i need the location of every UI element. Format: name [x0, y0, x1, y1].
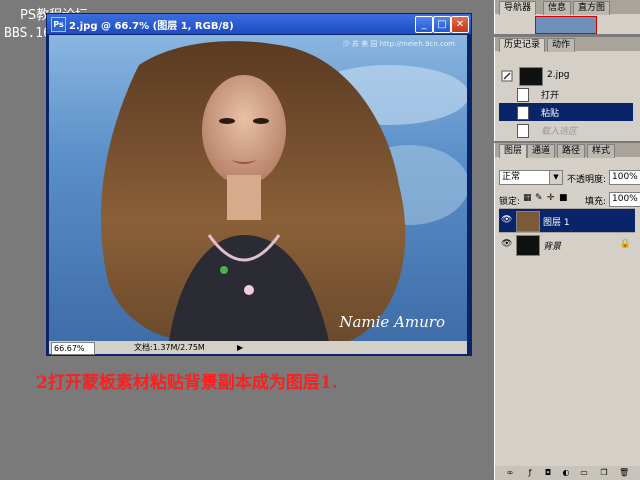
opacity-input[interactable]: 100%: [609, 170, 640, 185]
layer-row-layer1[interactable]: 👁 图层 1: [499, 208, 635, 233]
link-layers-icon[interactable]: ∞: [505, 468, 515, 478]
chevron-down-icon: ▼: [549, 171, 562, 184]
layer-mask-icon[interactable]: ◘: [543, 468, 553, 478]
lock-brush-icon[interactable]: ✎: [535, 193, 543, 203]
lock-move-icon[interactable]: ✛: [547, 193, 555, 203]
layer-name: 图层 1: [543, 218, 570, 228]
tab-channels[interactable]: 通道: [527, 144, 556, 158]
layers-panel: 图层 通道 路径 样式 正常 ▼ 不透明度: 100% 锁定: ▦ ✎ ✛ ■ …: [494, 143, 640, 480]
navigator-panel: 导航器 信息 直方图: [494, 0, 640, 34]
tab-history[interactable]: 历史记录: [499, 38, 546, 52]
tab-layers[interactable]: 图层: [499, 144, 528, 158]
navigator-preview[interactable]: [535, 16, 597, 34]
document-icon: [517, 106, 529, 120]
layers-footer: ∞ ƒ ◘ ◐ ▭ ❐ 🗑: [495, 466, 640, 480]
status-menu-arrow-icon[interactable]: ▶: [237, 341, 243, 354]
visibility-eye-icon[interactable]: 👁: [501, 239, 513, 251]
document-statusbar: 66.67% 文档:1.37M/2.75M ▶: [49, 341, 467, 355]
history-item-label: 载入选区: [541, 127, 578, 137]
layer-thumbnail: [516, 211, 540, 232]
group-folder-icon[interactable]: ▭: [579, 468, 589, 478]
visibility-eye-icon[interactable]: 👁: [501, 215, 513, 227]
layer-row-background[interactable]: 👁 背景 🔒: [499, 232, 635, 257]
tab-navigator[interactable]: 导航器: [499, 1, 537, 15]
history-snapshot[interactable]: 2.jpg: [499, 67, 633, 86]
new-layer-icon[interactable]: ❐: [599, 468, 609, 478]
document-titlebar[interactable]: Ps 2.jpg @ 66.7% (图层 1, RGB/8) _ □ ✕: [47, 14, 471, 34]
lock-icon: 🔒: [619, 239, 631, 249]
lock-label: 锁定:: [499, 197, 521, 207]
tab-histogram[interactable]: 直方图: [573, 1, 611, 15]
fill-input[interactable]: 100%: [609, 192, 640, 207]
history-item-label: 粘贴: [541, 109, 560, 119]
maximize-button[interactable]: □: [433, 16, 451, 33]
tutorial-caption: 2打开蒙板素材粘贴背景副本成为图层1.: [36, 373, 338, 393]
minimize-button[interactable]: _: [415, 16, 433, 33]
lock-transparency-icon[interactable]: ▦: [523, 193, 532, 203]
history-item-paste[interactable]: 粘贴: [499, 103, 633, 121]
layer-name: 背景: [543, 242, 562, 252]
signature-text: Namie Amuro: [339, 313, 445, 331]
snapshot-label: 2.jpg: [547, 70, 570, 80]
close-button[interactable]: ✕: [451, 16, 469, 33]
snapshot-thumbnail: [519, 67, 543, 86]
lock-all-icon[interactable]: ■: [559, 193, 568, 203]
image-canvas[interactable]: 少 苏 美 园 http://meieh.9cn.com Namie Amuro: [49, 35, 467, 341]
document-title: 2.jpg @ 66.7% (图层 1, RGB/8): [69, 21, 234, 32]
doc-size-info[interactable]: 文档:1.37M/2.75M: [134, 341, 205, 354]
history-item-label: 打开: [541, 91, 560, 101]
history-item-load-selection[interactable]: 载入选区: [499, 121, 633, 139]
opacity-label: 不透明度:: [567, 175, 607, 185]
history-item-open[interactable]: 打开: [499, 85, 633, 103]
document-icon: [517, 88, 529, 102]
brush-icon: [501, 70, 513, 82]
tab-info[interactable]: 信息: [543, 1, 572, 15]
blend-mode-select[interactable]: 正常 ▼: [499, 170, 563, 185]
layer-thumbnail: [516, 235, 540, 256]
document-icon: [517, 124, 529, 138]
tab-actions[interactable]: 动作: [547, 38, 576, 52]
document-window: Ps 2.jpg @ 66.7% (图层 1, RGB/8) _ □ ✕ 少 苏…: [46, 13, 472, 356]
layer-style-icon[interactable]: ƒ: [525, 468, 535, 478]
portrait-photo: [100, 41, 467, 341]
photoshop-icon: Ps: [51, 17, 66, 32]
delete-layer-icon[interactable]: 🗑: [619, 468, 629, 478]
image-credit: 少 苏 美 园 http://meieh.9cn.com: [342, 40, 455, 48]
fill-label: 填充:: [585, 197, 607, 207]
zoom-field[interactable]: 66.67%: [51, 342, 95, 355]
tab-styles[interactable]: 样式: [587, 144, 616, 158]
blend-mode-value: 正常: [502, 172, 521, 182]
tab-paths[interactable]: 路径: [557, 144, 586, 158]
history-panel: 历史记录 动作 2.jpg 打开 粘贴 载入选区: [494, 37, 640, 141]
adjustment-layer-icon[interactable]: ◐: [561, 468, 571, 478]
